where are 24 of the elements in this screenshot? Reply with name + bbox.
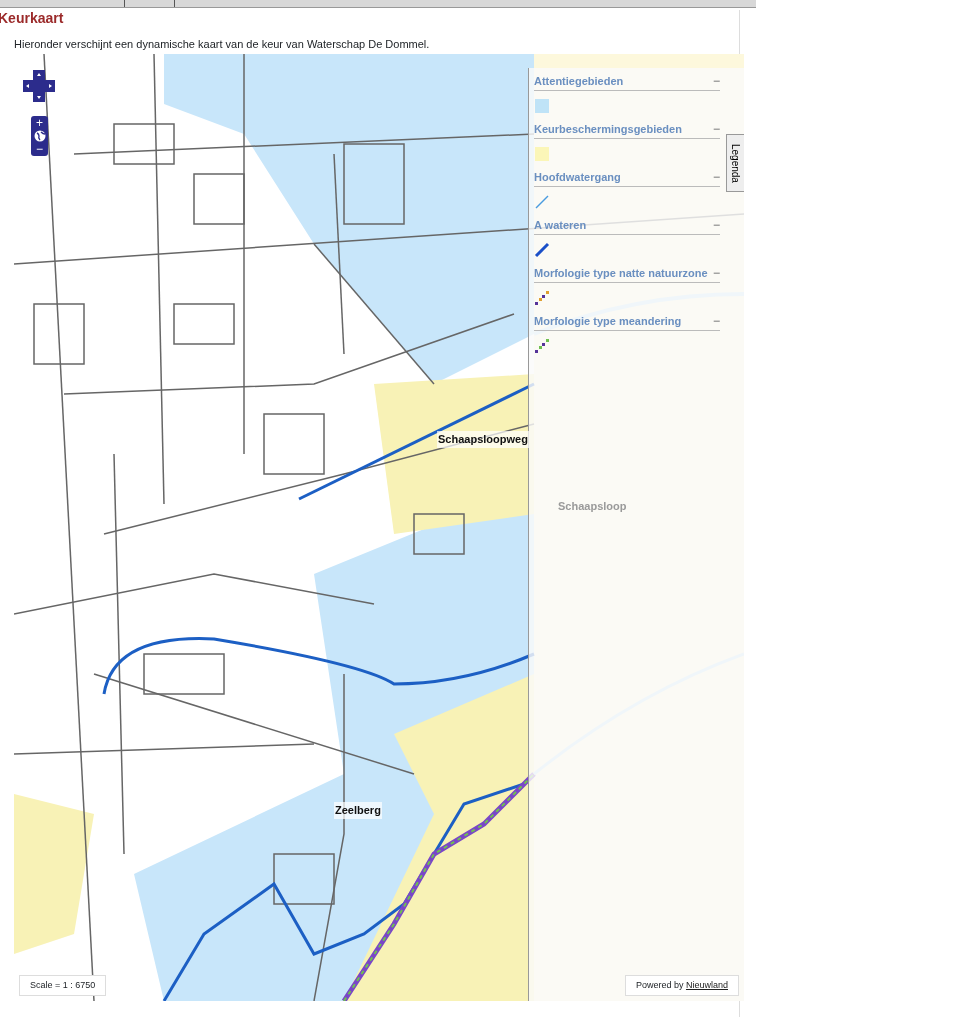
legend-title: Morfologie type meandering: [534, 314, 682, 328]
legend-title: Morfologie type natte natuurzone: [534, 266, 708, 280]
scale-text: Scale = 1 : 6750: [19, 974, 107, 996]
collapse-button[interactable]: −: [713, 74, 720, 88]
collapse-button[interactable]: −: [713, 122, 720, 136]
legend-title: Hoofdwatergang: [534, 170, 621, 184]
place-label: Schaapsloopweg: [437, 431, 529, 448]
credit-link[interactable]: Nieuwland: [685, 979, 728, 990]
place-label: Zeelberg: [334, 802, 382, 819]
place-label: Schaapsloop: [557, 499, 628, 514]
pan-control-icon[interactable]: [21, 68, 57, 104]
globe-icon[interactable]: [33, 130, 46, 142]
intro-text: Hieronder verschijnt een dynamische kaart van de keur van Waterschap De Dommel.: [14, 37, 431, 51]
collapse-button[interactable]: −: [713, 218, 720, 232]
legend-tab[interactable]: Legenda: [726, 134, 744, 192]
collapse-button[interactable]: −: [713, 170, 720, 184]
zoom-out-button[interactable]: −: [31, 142, 48, 156]
collapse-button[interactable]: −: [713, 314, 720, 328]
collapse-button[interactable]: −: [713, 266, 720, 280]
legend-title: Keurbeschermingsgebieden: [534, 122, 682, 136]
credit-text: Powered by: [635, 979, 684, 990]
zoom-in-button[interactable]: +: [31, 116, 48, 130]
legend-title: Attentiegebieden: [534, 74, 624, 88]
legend-title: A wateren: [534, 218, 587, 232]
